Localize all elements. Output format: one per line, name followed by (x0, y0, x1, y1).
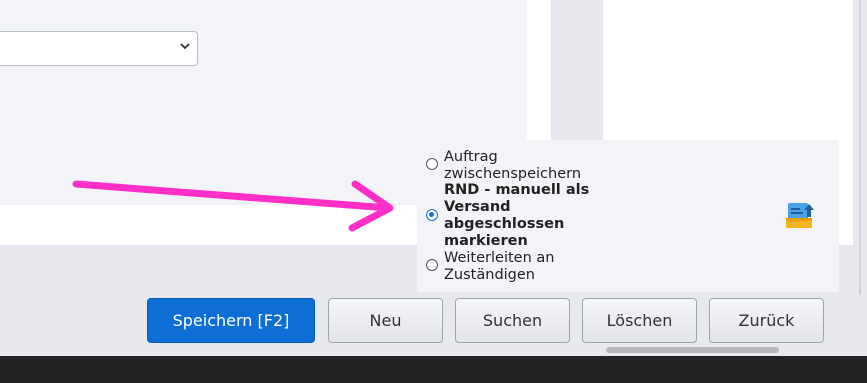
delete-button[interactable]: Löschen (582, 298, 697, 343)
bottom-bar (0, 356, 867, 383)
radio-label-weiterleiten: Weiterleiten an Zuständigen (444, 250, 555, 283)
radio-weiterleiten[interactable] (426, 259, 438, 271)
chevron-down-icon (179, 40, 191, 56)
back-button[interactable]: Zurück (709, 298, 824, 343)
tray-upload-icon[interactable] (785, 200, 815, 230)
radio-auftrag-zwischenspeichern[interactable] (426, 158, 438, 170)
spacer (527, 0, 551, 140)
vertical-scrollbar-thumb[interactable] (859, 0, 861, 295)
radio-label-versand-abgeschlossen: RND - manuell als Versand abgeschlossen … (444, 182, 590, 249)
save-button[interactable]: Speichern [F2] (147, 298, 315, 343)
radio-rnd-versand-abgeschlossen[interactable] (426, 209, 438, 221)
new-button[interactable]: Neu (328, 298, 443, 343)
side-column (551, 0, 603, 140)
search-button[interactable]: Suchen (455, 298, 570, 343)
right-panel (603, 0, 853, 140)
horizontal-scrollbar-thumb[interactable] (606, 347, 779, 353)
radio-label-zwischenspeichern: Auftrag zwischenspeichern (444, 149, 582, 182)
select-dropdown[interactable] (0, 31, 198, 66)
action-radio-panel: Auftrag zwischenspeichern RND - manuell … (417, 140, 839, 292)
form-strip (0, 205, 416, 245)
